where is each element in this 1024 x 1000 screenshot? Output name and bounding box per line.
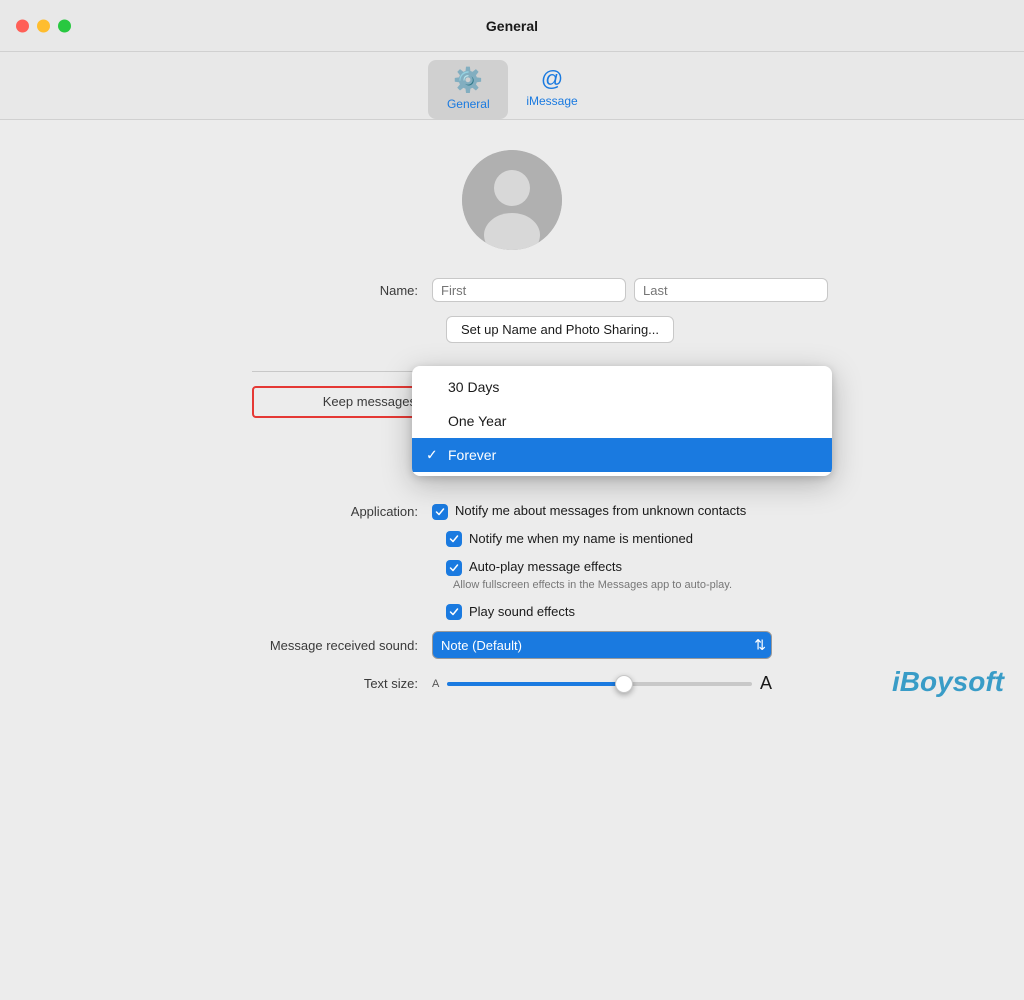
checkbox-play-sound-row: Play sound effects: [446, 603, 772, 621]
checkbox-play-sound-label: Play sound effects: [469, 603, 575, 621]
checkbox-name-mentioned-label: Notify me when my name is mentioned: [469, 530, 693, 548]
tab-imessage[interactable]: @ iMessage: [508, 60, 595, 119]
checkbox-autoplay-row: Auto-play message effects Allow fullscre…: [446, 558, 772, 593]
tab-general[interactable]: ⚙️ General: [428, 60, 508, 119]
checkbox-autoplay-label: Auto-play message effects: [469, 558, 622, 576]
dropdown-item-forever[interactable]: ✓ Forever: [412, 438, 832, 472]
checkbox-checkmark-icon: [435, 507, 445, 517]
application-label: Application:: [252, 504, 432, 519]
dropdown-item-30days[interactable]: 30 Days: [412, 370, 832, 404]
keep-messages-row: Keep messages 30 Days One Year ✓ Forever: [252, 386, 772, 418]
sound-label: Message received sound:: [252, 638, 432, 653]
checkbox-checkmark-2-icon: [449, 534, 459, 544]
checkbox-checkmark-3-icon: [449, 563, 459, 573]
close-button[interactable]: [16, 19, 29, 32]
sound-row: Message received sound: Note (Default) ⇅: [252, 631, 772, 659]
window-title: General: [486, 18, 538, 34]
tab-general-label: General: [447, 97, 490, 111]
name-label: Name:: [252, 283, 432, 298]
checkbox-name-mentioned[interactable]: [446, 531, 462, 547]
dropdown-item-oneyear[interactable]: One Year: [412, 404, 832, 438]
sound-select-wrapper: Note (Default) ⇅: [432, 631, 772, 659]
at-icon: @: [541, 66, 563, 92]
checkbox-play-sound[interactable]: [446, 604, 462, 620]
first-name-input[interactable]: [432, 278, 626, 302]
watermark-text: iBoysoft: [892, 666, 1004, 697]
checkbox-autoplay-sublabel: Allow fullscreen effects in the Messages…: [453, 578, 732, 593]
text-size-label: Text size:: [252, 676, 432, 691]
text-size-small-a: A: [432, 678, 439, 690]
setup-btn-row: Set up Name and Photo Sharing...: [252, 316, 772, 357]
avatar-image: [462, 150, 562, 250]
last-name-input[interactable]: [634, 278, 828, 302]
toolbar: ⚙️ General @ iMessage: [0, 52, 1024, 120]
checkbox-autoplay[interactable]: [446, 560, 462, 576]
checkbox-checkmark-4-icon: [449, 607, 459, 617]
text-size-slider-track: [447, 682, 752, 686]
dropdown-item-forever-label: Forever: [448, 447, 496, 463]
text-size-row: Text size: A A: [252, 673, 772, 694]
keep-messages-label: Keep messages: [252, 386, 432, 418]
iboysoft-watermark: iBoysoft: [892, 666, 1004, 698]
text-size-large-a: A: [760, 673, 772, 694]
name-row: Name:: [252, 278, 772, 302]
application-row: Application: Notify me about messages fr…: [252, 502, 772, 520]
setup-name-photo-button[interactable]: Set up Name and Photo Sharing...: [446, 316, 674, 343]
gear-icon: ⚙️: [453, 66, 483, 95]
name-inputs: [432, 278, 828, 302]
checkbox-unknown-contacts-label: Notify me about messages from unknown co…: [455, 502, 746, 520]
minimize-button[interactable]: [37, 19, 50, 32]
form-area: Name: Set up Name and Photo Sharing... K…: [172, 278, 852, 708]
dropdown-item-oneyear-label: One Year: [448, 413, 506, 429]
main-content: Name: Set up Name and Photo Sharing... K…: [0, 120, 1024, 728]
tab-imessage-label: iMessage: [526, 94, 577, 108]
maximize-button[interactable]: [58, 19, 71, 32]
checkmark-icon: ✓: [426, 447, 438, 464]
checkbox-unknown-contacts[interactable]: [432, 504, 448, 520]
dropdown-item-30days-label: 30 Days: [448, 379, 499, 395]
checkbox-name-mentioned-row: Notify me when my name is mentioned: [446, 530, 772, 548]
slider-thumb: [615, 675, 633, 693]
keep-messages-dropdown[interactable]: 30 Days One Year ✓ Forever: [412, 366, 832, 476]
sound-select[interactable]: Note (Default): [432, 631, 772, 659]
avatar[interactable]: [462, 150, 562, 250]
titlebar: General: [0, 0, 1024, 52]
window-controls: [16, 19, 71, 32]
